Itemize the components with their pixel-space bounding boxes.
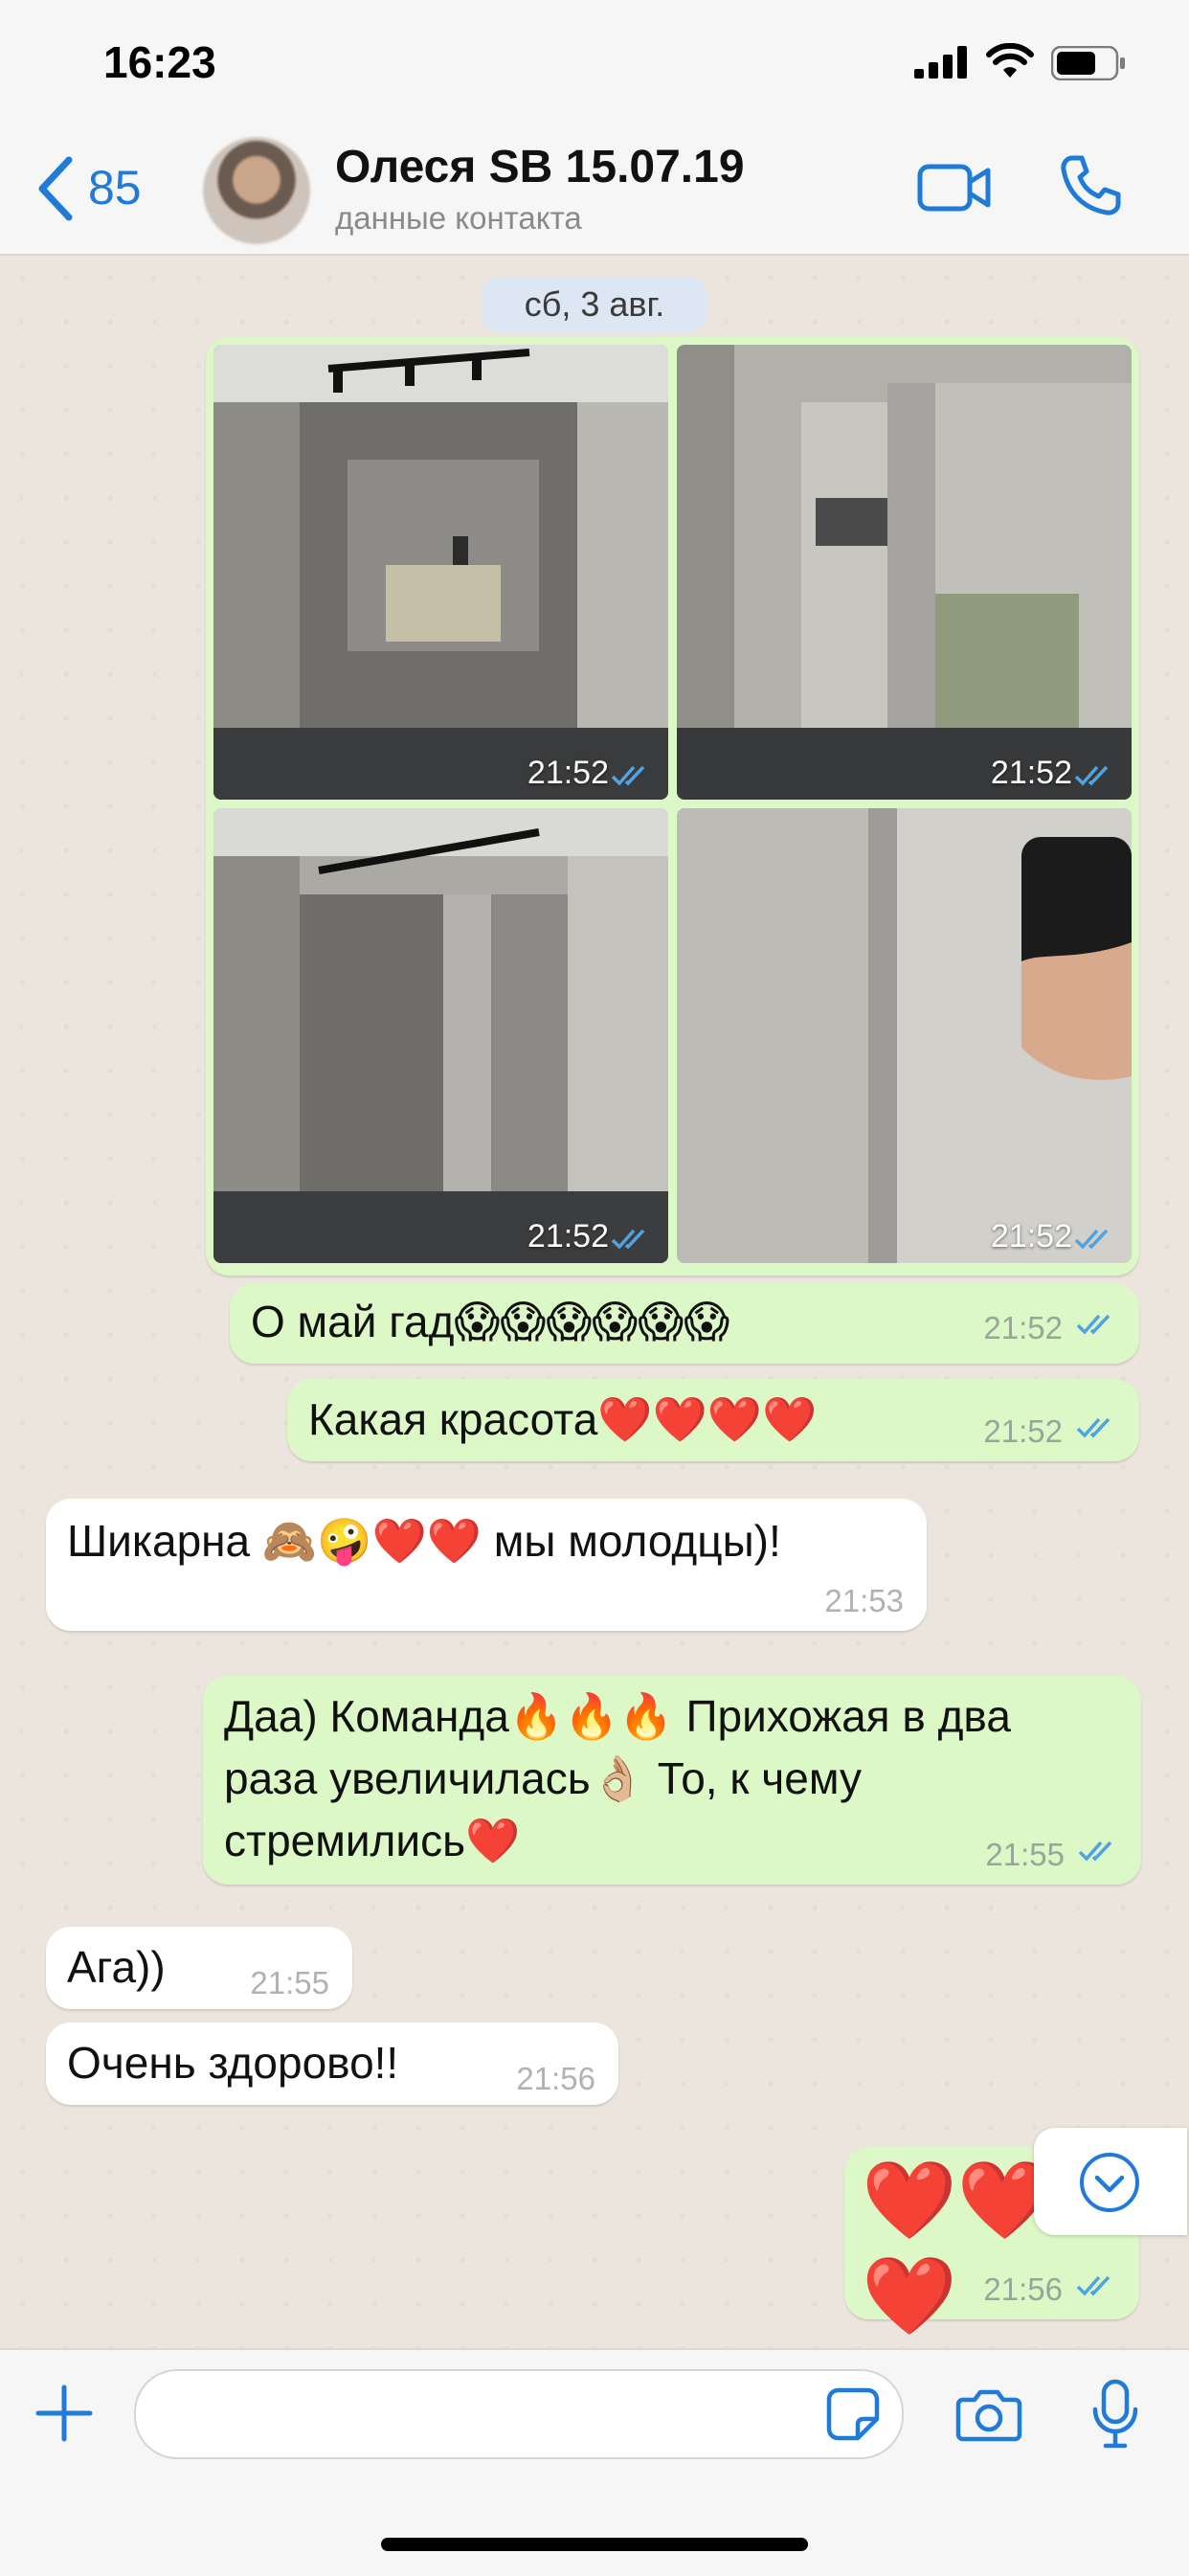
double-check-icon — [1078, 1841, 1112, 1862]
message-input-bar — [0, 2348, 1189, 2576]
date-separator: сб, 3 авг. — [482, 277, 707, 332]
message-time: 21:52 — [983, 1413, 1063, 1449]
message-text: О май гад😱😱😱😱😱😱 — [251, 1297, 730, 1346]
contact-info-link[interactable]: данные контакта — [335, 200, 582, 237]
avatar[interactable] — [203, 137, 310, 244]
plus-icon[interactable] — [34, 2384, 94, 2443]
wifi-icon — [986, 43, 1034, 78]
photo-thumbnail[interactable]: 21:52 — [213, 808, 668, 1263]
photo-image — [677, 345, 1132, 800]
message-text-line: стремились❤️ — [224, 1816, 521, 1865]
photo-thumbnail[interactable]: 21:52 — [213, 345, 668, 800]
message-time: 21:56 — [983, 2271, 1063, 2307]
signal-icon — [914, 46, 967, 79]
photo-time: 21:52 — [990, 1218, 1072, 1254]
double-check-icon — [1076, 2275, 1110, 2296]
message-text: Ага)) — [67, 1942, 166, 1992]
scroll-to-bottom-button[interactable] — [1034, 2128, 1187, 2235]
message-time: 21:55 — [250, 1965, 329, 2000]
double-check-icon — [611, 765, 645, 786]
phone-icon[interactable] — [1059, 154, 1122, 217]
status-bar: 16:23 — [0, 0, 1189, 129]
message-input[interactable] — [134, 2369, 904, 2459]
message-text-line: Даа) Команда🔥🔥🔥 Прихожая в два — [224, 1691, 1011, 1741]
sticker-icon[interactable] — [825, 2386, 881, 2442]
chevron-left-icon[interactable] — [34, 155, 75, 222]
chat-header: 85 Олеся SB 15.07.19 данные контакта — [0, 129, 1189, 256]
photo-thumbnail[interactable]: 21:52 — [677, 808, 1132, 1263]
photo-image — [213, 345, 668, 800]
message-time: 21:56 — [516, 2061, 595, 2096]
status-time: 16:23 — [103, 37, 216, 87]
message-incoming[interactable]: Очень здорово!! 21:56 — [46, 2022, 618, 2105]
message-time: 21:53 — [824, 1583, 904, 1618]
double-check-icon — [1074, 765, 1109, 786]
photo-time: 21:52 — [527, 1218, 609, 1254]
camera-icon[interactable] — [955, 2386, 1022, 2442]
back-unread-count[interactable]: 85 — [88, 160, 142, 215]
double-check-icon — [1076, 1314, 1110, 1335]
contact-name[interactable]: Олеся SB 15.07.19 — [335, 141, 745, 193]
message-text: Очень здорово!! — [67, 2038, 399, 2088]
photo-image — [213, 808, 668, 1263]
battery-icon — [1051, 46, 1125, 80]
chat-area[interactable]: сб, 3 авг. 21:52 21:52 21:52 21:52 О май… — [0, 256, 1189, 2348]
message-text-line: раза увеличилась👌🏼 То, к чему — [224, 1753, 862, 1803]
photo-time: 21:52 — [527, 755, 609, 791]
message-time: 21:55 — [985, 1837, 1065, 1872]
home-indicator — [381, 2538, 808, 2551]
double-check-icon — [611, 1229, 645, 1250]
photo-time: 21:52 — [990, 755, 1072, 791]
double-check-icon — [1076, 1417, 1110, 1438]
message-outgoing[interactable]: Даа) Команда🔥🔥🔥 Прихожая в два раза увел… — [203, 1676, 1141, 1885]
photo-thumbnail[interactable]: 21:52 — [677, 345, 1132, 800]
double-check-icon — [1074, 1229, 1109, 1250]
message-outgoing[interactable]: Какая красота❤️❤️❤️❤️ 21:52 — [287, 1379, 1139, 1461]
microphone-icon[interactable] — [1091, 2379, 1139, 2450]
video-call-icon[interactable] — [917, 161, 992, 215]
message-incoming[interactable]: Шикарна 🙈🤪❤️❤️ мы молодцы)! 21:53 — [46, 1499, 927, 1631]
chevron-down-icon — [1080, 2153, 1139, 2212]
message-incoming[interactable]: Ага)) 21:55 — [46, 1927, 352, 2009]
message-outgoing[interactable]: О май гад😱😱😱😱😱😱 21:52 — [230, 1283, 1139, 1364]
message-text: Шикарна 🙈🤪❤️❤️ мы молодцы)! — [67, 1516, 781, 1566]
message-text: Какая красота❤️❤️❤️❤️ — [308, 1394, 818, 1444]
photo-album-message[interactable]: 21:52 21:52 21:52 21:52 — [206, 337, 1139, 1276]
message-time: 21:52 — [983, 1310, 1063, 1345]
photo-image — [677, 808, 1132, 1263]
